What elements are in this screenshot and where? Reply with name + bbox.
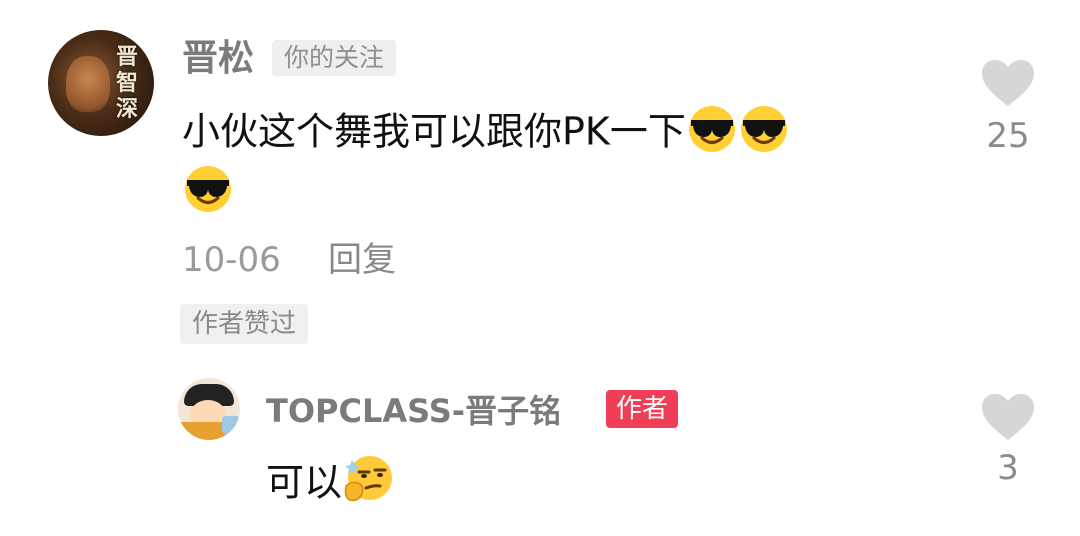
bottom-fade — [0, 516, 1080, 536]
comment-text-body: 小伙这个舞我可以跟你PK一下 — [182, 109, 686, 154]
author-liked-badge: 作者赞过 — [180, 304, 309, 344]
follow-tag: 你的关注 — [272, 40, 397, 76]
reply-text-body: 可以 — [266, 460, 343, 505]
reply-avatar[interactable] — [178, 378, 240, 440]
reply-button[interactable]: 回复 — [328, 238, 396, 282]
reply-like-count: 3 — [997, 448, 1019, 488]
sunglasses-emoji — [738, 102, 790, 166]
like-count: 25 — [986, 116, 1030, 156]
avatar-face — [66, 56, 110, 112]
avatar[interactable]: 晋智深 — [48, 30, 154, 136]
comment-text: 小伙这个舞我可以跟你PK一下 — [182, 102, 790, 166]
comment-date: 10-06 — [182, 240, 281, 280]
sunglasses-emoji — [182, 162, 234, 218]
like-heart-icon[interactable] — [980, 58, 1036, 108]
comment-username[interactable]: 晋松 — [182, 38, 254, 80]
author-badge: 作者 — [606, 390, 679, 428]
sunglasses-emoji — [686, 102, 738, 166]
reply-username[interactable]: TOPCLASS-晋子铭 — [266, 390, 561, 432]
comment-text-line2 — [182, 162, 234, 218]
smirk-thinking-emoji — [342, 452, 396, 518]
reply-like-heart-icon[interactable] — [980, 392, 1036, 442]
avatar-accent — [222, 416, 240, 434]
reply-text: 可以 — [266, 452, 396, 518]
avatar-calligraphy: 晋智深 — [115, 44, 138, 122]
